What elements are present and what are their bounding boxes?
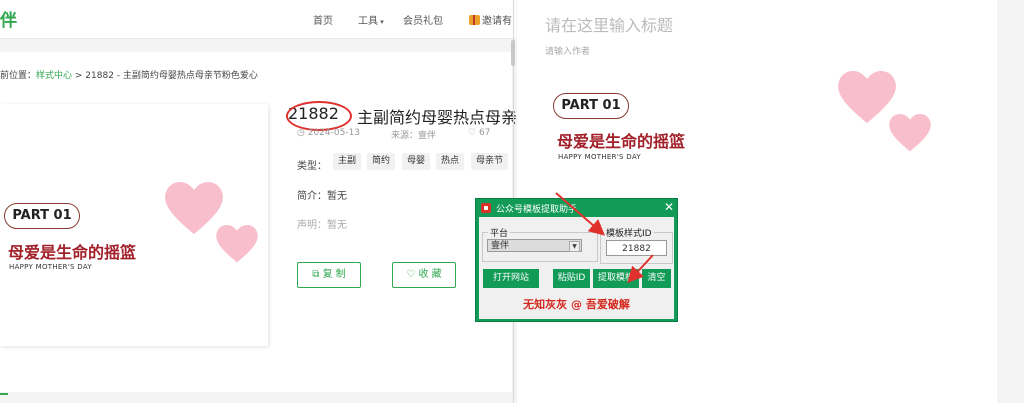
credit-text: 无知灰灰 @ 吾爱破解	[523, 298, 630, 311]
nav-member-gift[interactable]: 会员礼包	[403, 12, 443, 27]
copy-button[interactable]: ⧉ 复 制	[297, 262, 361, 288]
heart-icon	[216, 224, 258, 263]
author-input[interactable]: 请输入作者	[545, 44, 590, 57]
heart-icon: ♡	[468, 128, 479, 138]
editor-subtitle: HAPPY MOTHER'S DAY	[558, 153, 641, 161]
copy-icon: ⧉	[312, 269, 323, 280]
extract-template-button[interactable]: 提取模板	[593, 269, 639, 288]
likes-count: 67	[478, 128, 491, 138]
tag-item[interactable]: 热点	[436, 153, 465, 170]
dialog-title: 公众号模板提取助手	[496, 205, 578, 215]
tag-item[interactable]: 主副	[333, 153, 362, 170]
paste-id-button[interactable]: 粘贴ID	[553, 269, 590, 288]
favorite-button[interactable]: ♡ 收 藏	[392, 262, 456, 288]
clear-button[interactable]: 清空	[642, 269, 671, 288]
publish-date-value: 2024-05-13	[307, 128, 361, 138]
title-input[interactable]: 请在这里输入标题	[545, 12, 673, 36]
template-preview[interactable]: PART 01 母爱是生命的摇篮 HAPPY MOTHER'S DAY	[0, 104, 268, 346]
slogan: 母爱是生命的摇篮	[8, 243, 137, 262]
intro-label: 简介：	[297, 191, 327, 202]
template-id-label: 模板样式ID	[604, 226, 654, 239]
platform-value: 壹伴	[491, 241, 510, 251]
dialog-body: 平台 壹伴 ▼ 模板样式ID 21882 打开网站 粘贴ID 提取模板 清空 无知…	[479, 217, 674, 319]
source: 来源：壹伴	[391, 128, 436, 141]
notice: 声明：暂无	[297, 216, 347, 231]
nav-tools[interactable]: 工具 ▾	[358, 12, 384, 27]
source-value: 壹伴	[418, 131, 437, 141]
clock-icon: ◷	[297, 128, 308, 138]
nav-tools-label: 工具	[358, 16, 378, 27]
platform-select[interactable]: 壹伴 ▼	[487, 239, 582, 252]
editor-slogan: 母爱是生命的摇篮	[557, 132, 686, 151]
favorite-button-label: 收 藏	[418, 269, 442, 280]
chevron-down-icon: ▼	[569, 241, 580, 252]
tag-item[interactable]: 简约	[367, 153, 396, 170]
editor-part-label: PART 01	[553, 93, 629, 119]
close-icon[interactable]: ✕	[664, 200, 674, 214]
tag-item[interactable]: 母亲节	[471, 153, 509, 170]
app-icon	[481, 203, 491, 213]
template-title: 主副简约母婴热点母亲	[357, 108, 516, 127]
notice-value: 暂无	[327, 220, 347, 231]
extractor-dialog: 公众号模板提取助手 ✕ 平台 壹伴 ▼ 模板样式ID 21882 打开网站 粘贴I…	[475, 198, 678, 322]
right-gutter	[997, 0, 1024, 403]
intro-value: 暂无	[327, 191, 347, 202]
gift-icon	[469, 15, 480, 25]
nav-home[interactable]: 首页	[313, 12, 333, 27]
copy-button-label: 复 制	[322, 269, 346, 280]
nav-invite-label: 邀请有	[482, 16, 512, 27]
chevron-down-icon: ▾	[378, 18, 384, 26]
nav-invite[interactable]: 邀请有	[469, 12, 512, 27]
open-site-button[interactable]: 打开网站	[483, 269, 539, 288]
breadcrumb-prefix: 前位置：	[0, 71, 37, 81]
notice-label: 声明：	[297, 220, 327, 231]
source-label: 来源：	[391, 131, 419, 141]
publish-date: ◷ 2024-05-13	[297, 128, 360, 138]
template-id-input[interactable]: 21882	[606, 240, 667, 256]
likes[interactable]: ♡ 67	[468, 128, 490, 138]
scroll-indicator	[0, 393, 8, 395]
browser-pane: 伴 首页 工具 ▾ 会员礼包 邀请有 前位置：样式中心 > 21882 - 主副…	[0, 0, 516, 403]
breadcrumb-current: > 21882 - 主副简约母婴热点母亲节粉色爱心	[72, 71, 258, 81]
subtitle: HAPPY MOTHER'S DAY	[9, 263, 92, 271]
intro: 简介：暂无	[297, 187, 347, 202]
heart-icon	[889, 113, 931, 152]
site-header: 伴 首页 工具 ▾ 会员礼包 邀请有	[0, 0, 516, 39]
breadcrumb-link[interactable]: 样式中心	[36, 71, 72, 81]
scrollbar-thumb[interactable]	[511, 40, 515, 66]
breadcrumb: 前位置：样式中心 > 21882 - 主副简约母婴热点母亲节粉色爱心	[0, 68, 258, 81]
id-highlight-ring	[286, 101, 352, 131]
heart-outline-icon: ♡	[406, 269, 419, 280]
type-label: 类型：	[297, 161, 327, 172]
part-label: PART 01	[4, 203, 80, 229]
site-logo[interactable]: 伴	[0, 6, 17, 31]
tag-item[interactable]: 母婴	[402, 153, 431, 170]
platform-label: 平台	[488, 226, 511, 239]
